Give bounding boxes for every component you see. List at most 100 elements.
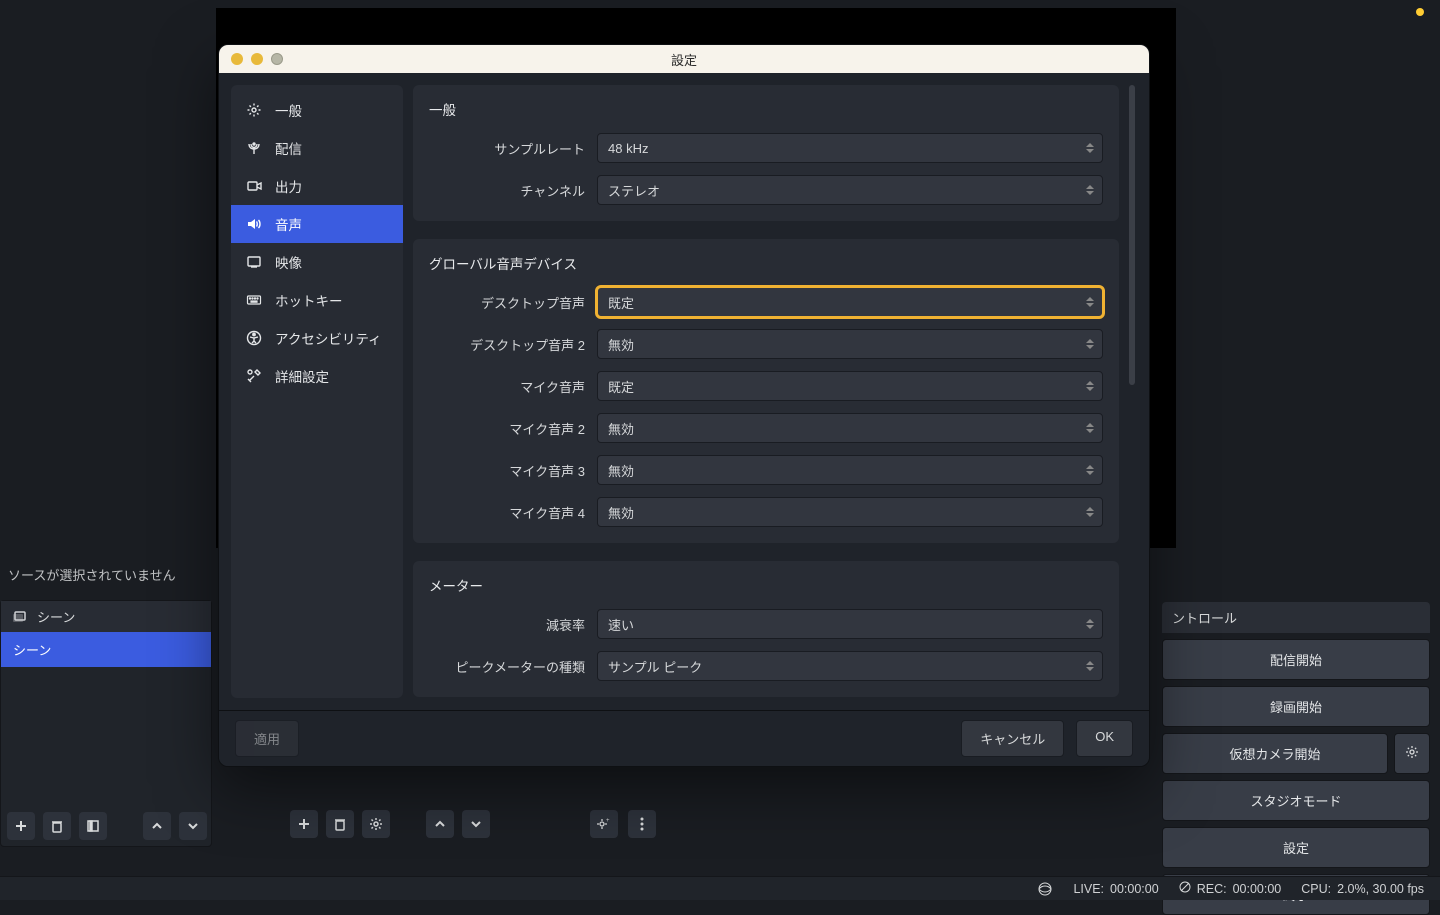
- move-down-button[interactable]: [179, 812, 207, 840]
- sidebar-item-accessibility[interactable]: アクセシビリティ: [231, 319, 403, 357]
- mic-audio-2-select[interactable]: 無効: [597, 413, 1103, 443]
- sidebar-label: 音声: [275, 214, 302, 234]
- cpu-value: 2.0%, 30.00 fps: [1337, 882, 1424, 896]
- sidebar-label: アクセシビリティ: [275, 328, 382, 348]
- mic-audio-label: マイク音声: [429, 377, 597, 396]
- source-down-button[interactable]: [462, 810, 490, 838]
- controls-title: ントロール: [1162, 602, 1430, 633]
- desktop-audio-label: デスクトップ音声: [429, 293, 597, 312]
- remove-scene-button[interactable]: [43, 812, 71, 840]
- sample-rate-value: 48 kHz: [608, 141, 648, 156]
- scrollbar-thumb[interactable]: [1129, 85, 1135, 385]
- scenes-panel: シーン シーン: [0, 600, 212, 847]
- chevron-updown-icon: [1084, 137, 1096, 159]
- tools-icon: [245, 367, 263, 385]
- sidebar-item-output[interactable]: 出力: [231, 167, 403, 205]
- source-up-button[interactable]: [426, 810, 454, 838]
- chevron-updown-icon: [1084, 501, 1096, 523]
- sidebar-label: ホットキー: [275, 290, 343, 310]
- mic-audio-value: 既定: [608, 377, 634, 396]
- mic-audio-select[interactable]: 既定: [597, 371, 1103, 401]
- antenna-icon: [245, 139, 263, 157]
- move-up-button[interactable]: [143, 812, 171, 840]
- peak-meter-select[interactable]: サンプル ピーク: [597, 651, 1103, 681]
- mic-audio-4-value: 無効: [608, 503, 634, 522]
- sidebar-label: 出力: [275, 176, 302, 196]
- channels-select[interactable]: ステレオ: [597, 175, 1103, 205]
- settings-modal: 設定 一般 配信 出力 音声 映像: [218, 44, 1150, 767]
- add-scene-button[interactable]: [7, 812, 35, 840]
- status-connection-icon: [1037, 881, 1053, 897]
- live-time: 00:00:00: [1110, 882, 1159, 896]
- section-title: メーター: [429, 575, 1103, 595]
- scenes-header[interactable]: シーン: [1, 601, 211, 632]
- decay-rate-value: 速い: [608, 615, 634, 634]
- sidebar-label: 一般: [275, 100, 302, 120]
- mic-audio-2-label: マイク音声 2: [429, 419, 597, 438]
- settings-sidebar: 一般 配信 出力 音声 映像 ホットキー: [231, 85, 403, 698]
- chevron-updown-icon: [1084, 655, 1096, 677]
- video-icon: [245, 253, 263, 271]
- mic-audio-4-select[interactable]: 無効: [597, 497, 1103, 527]
- channels-label: チャンネル: [429, 181, 597, 200]
- start-record-button[interactable]: 録画開始: [1162, 686, 1430, 727]
- section-general: 一般 サンプルレート 48 kHz チャンネル ステレオ: [413, 85, 1119, 221]
- section-title: 一般: [429, 99, 1103, 119]
- remove-source-button[interactable]: [326, 810, 354, 838]
- chevron-updown-icon: [1084, 333, 1096, 355]
- source-properties-button[interactable]: [362, 810, 390, 838]
- mic-audio-2-value: 無効: [608, 419, 634, 438]
- modal-titlebar[interactable]: 設定: [219, 45, 1149, 73]
- live-label: LIVE:: [1073, 882, 1104, 896]
- sample-rate-select[interactable]: 48 kHz: [597, 133, 1103, 163]
- desktop-audio-value: 既定: [608, 293, 634, 312]
- sample-rate-label: サンプルレート: [429, 139, 597, 158]
- mic-audio-4-label: マイク音声 4: [429, 503, 597, 522]
- desktop-audio-2-value: 無効: [608, 335, 634, 354]
- keyboard-icon: [245, 291, 263, 309]
- scene-row[interactable]: シーン: [1, 632, 211, 667]
- desktop-audio-select[interactable]: 既定: [597, 287, 1103, 317]
- section-meters: メーター 減衰率 速い ピークメーターの種類 サンプル ピーク: [413, 561, 1119, 697]
- mixer-gear-button[interactable]: +: [590, 810, 618, 838]
- chevron-updown-icon: [1084, 291, 1096, 313]
- controls-panel: ントロール 配信開始 録画開始 仮想カメラ開始 スタジオモード 設定 終了: [1162, 602, 1430, 915]
- sidebar-item-video[interactable]: 映像: [231, 243, 403, 281]
- chevron-updown-icon: [1084, 459, 1096, 481]
- gear-icon: [245, 101, 263, 119]
- mic-audio-3-select[interactable]: 無効: [597, 455, 1103, 485]
- apply-button[interactable]: 適用: [235, 720, 299, 757]
- sidebar-item-general[interactable]: 一般: [231, 91, 403, 129]
- sidebar-label: 映像: [275, 252, 302, 272]
- ok-button[interactable]: OK: [1076, 720, 1133, 757]
- settings-button[interactable]: 設定: [1162, 827, 1430, 868]
- desktop-audio-2-label: デスクトップ音声 2: [429, 335, 597, 354]
- svg-text:+: +: [606, 818, 610, 824]
- mixer-menu-button[interactable]: [628, 810, 656, 838]
- peak-meter-value: サンプル ピーク: [608, 657, 702, 676]
- scene-filter-button[interactable]: [79, 812, 107, 840]
- add-source-button[interactable]: [290, 810, 318, 838]
- start-stream-button[interactable]: 配信開始: [1162, 639, 1430, 680]
- decay-rate-select[interactable]: 速い: [597, 609, 1103, 639]
- sidebar-item-hotkeys[interactable]: ホットキー: [231, 281, 403, 319]
- desktop-audio-2-select[interactable]: 無効: [597, 329, 1103, 359]
- sidebar-label: 配信: [275, 138, 302, 158]
- sidebar-label: 詳細設定: [275, 366, 329, 386]
- chevron-updown-icon: [1084, 613, 1096, 635]
- vcam-settings-button[interactable]: [1394, 733, 1430, 774]
- section-global-audio: グローバル音声デバイス デスクトップ音声 既定 デスクトップ音声 2 無効: [413, 239, 1119, 543]
- cancel-button[interactable]: キャンセル: [961, 720, 1064, 757]
- settings-content: 一般 サンプルレート 48 kHz チャンネル ステレオ: [413, 85, 1119, 698]
- start-vcam-button[interactable]: 仮想カメラ開始: [1162, 733, 1388, 774]
- sidebar-item-stream[interactable]: 配信: [231, 129, 403, 167]
- content-scrollbar[interactable]: [1127, 85, 1137, 698]
- chevron-updown-icon: [1084, 179, 1096, 201]
- sidebar-item-advanced[interactable]: 詳細設定: [231, 357, 403, 395]
- studio-mode-button[interactable]: スタジオモード: [1162, 780, 1430, 821]
- scenes-title: シーン: [37, 607, 75, 626]
- mic-audio-3-value: 無効: [608, 461, 634, 480]
- status-dot: [1416, 8, 1424, 16]
- channels-value: ステレオ: [608, 181, 660, 200]
- sidebar-item-audio[interactable]: 音声: [231, 205, 403, 243]
